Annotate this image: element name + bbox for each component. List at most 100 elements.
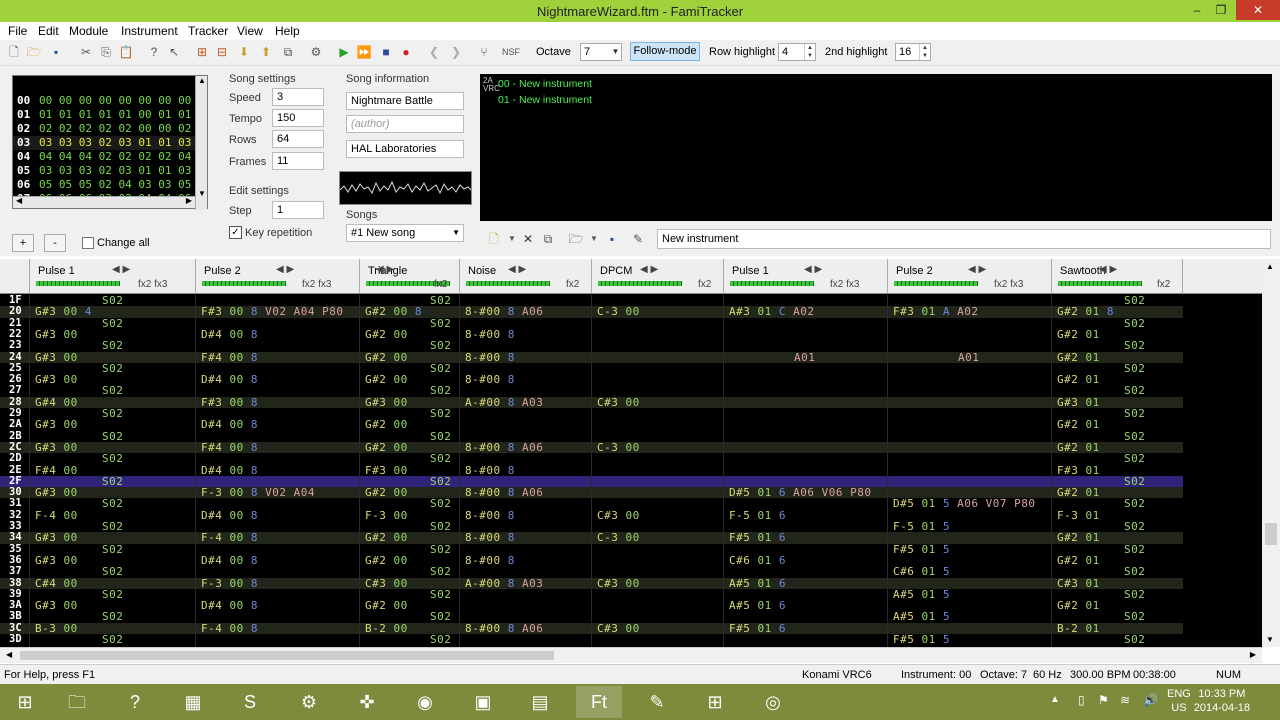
pattern-cell[interactable]: F#4 00 — [35, 464, 78, 476]
pattern-cell[interactable]: 8-#00 8 — [465, 374, 515, 385]
instrument-list[interactable]: 2A VRC 00 - New instrument 01 - New instr… — [480, 74, 1272, 221]
frame-list[interactable]: 00 00 00 00 00 00 00 00 00 01 01 01 01 01 0… — [12, 75, 208, 210]
speed-effect-cell[interactable]: S02 — [1124, 430, 1145, 442]
pattern-cell[interactable]: F#3 01 — [1057, 464, 1100, 476]
help-app-icon[interactable]: ? — [112, 686, 158, 718]
store-icon[interactable]: ⊞ — [692, 686, 738, 718]
pattern-vscroll[interactable]: ▲ ▼ — [1262, 259, 1280, 647]
speed-effect-cell[interactable]: S02 — [430, 340, 451, 351]
speed-effect-cell[interactable]: S02 — [430, 634, 451, 645]
battery-icon[interactable]: ▯ — [1078, 693, 1085, 707]
pattern-cell[interactable]: G#2 00 8 — [365, 306, 422, 317]
song-copyright-field[interactable]: HAL Laboratories — [346, 140, 464, 158]
file-explorer-icon[interactable]: 🗀 — [54, 686, 100, 718]
speed-effect-cell[interactable]: S02 — [1124, 611, 1145, 622]
menu-edit[interactable]: Edit — [38, 24, 59, 38]
pattern-cell[interactable]: 8-#00 8 — [465, 555, 515, 566]
pattern-cell[interactable]: F-5 01 5 — [893, 521, 950, 532]
pattern-cell[interactable]: G#2 00 — [365, 329, 408, 340]
pattern-cell[interactable]: G#2 01 — [1057, 442, 1100, 453]
pattern-cell[interactable]: 8-#00 8 — [465, 351, 515, 363]
pattern-cell[interactable]: G#3 00 — [35, 487, 78, 498]
cut-icon[interactable]: ✂ — [78, 44, 94, 60]
pattern-cell[interactable]: G#2 00 — [365, 442, 408, 453]
tuning-fork-icon[interactable]: ⑂ — [476, 44, 492, 60]
speed-effect-cell[interactable]: S02 — [430, 430, 451, 442]
pattern-cell[interactable]: F#5 01 5 — [893, 634, 950, 645]
channel-header-7[interactable]: Sawtooth ◀ ▶ fx2 — [1052, 259, 1183, 294]
add-frame-button[interactable]: + — [12, 234, 34, 252]
frame-row[interactable]: 01 01 01 01 01 01 00 01 01 — [13, 108, 195, 122]
office-app-icon[interactable]: ▦ — [170, 686, 216, 718]
pattern-cell[interactable]: D#4 00 8 — [201, 555, 258, 566]
speed-effect-cell[interactable]: S02 — [1124, 566, 1145, 577]
effect-columns-arrows-icon[interactable]: ◀ ▶ — [804, 264, 822, 275]
pattern-cell[interactable]: G#3 00 — [35, 419, 78, 430]
instrument-item[interactable]: 00 - New instrument — [498, 78, 592, 90]
speed-effect-cell[interactable]: S02 — [102, 317, 123, 329]
duplicate-frame-icon[interactable]: ⧉ — [280, 44, 296, 60]
pattern-cell[interactable]: C-3 00 — [597, 442, 640, 453]
pattern-cell[interactable]: F#3 00 8 — [201, 397, 258, 408]
channel-header-1[interactable]: Pulse 2 ◀ ▶ fx2 fx3 — [196, 259, 360, 294]
speed-effect-cell[interactable]: S02 — [102, 430, 123, 442]
pattern-cell[interactable]: D#4 00 8 — [201, 374, 258, 385]
pattern-cell[interactable]: G#2 00 — [365, 532, 408, 543]
channel-header-3[interactable]: Noise ◀ ▶ fx2 — [460, 259, 592, 294]
pattern-cell[interactable]: 8-#00 8 — [465, 510, 515, 521]
pattern-cell[interactable]: G#2 01 — [1057, 555, 1100, 566]
pattern-cell[interactable]: G#2 01 — [1057, 351, 1100, 363]
frame-list-vscroll[interactable]: ▲ ▼ — [195, 76, 207, 210]
pattern-cell[interactable]: F#5 01 5 — [893, 543, 950, 555]
pattern-cell[interactable]: 8-#00 8 — [465, 329, 515, 340]
clock[interactable]: 10:33 PM 2014-04-18 — [1194, 687, 1250, 715]
new-instrument-icon[interactable]: 🗋 — [486, 231, 502, 247]
pattern-cell[interactable]: C#3 00 — [597, 510, 640, 521]
pattern-cell[interactable]: F-5 01 6 — [729, 510, 786, 521]
pattern-cell[interactable]: A#5 01 5 — [893, 589, 950, 600]
frame-row[interactable]: 05 03 03 03 02 03 01 01 03 — [13, 164, 195, 178]
pattern-cell[interactable]: C#3 00 — [597, 623, 640, 634]
skype-icon[interactable]: S — [227, 686, 273, 718]
pattern-cell[interactable]: G#3 00 — [365, 397, 408, 408]
frame-row[interactable]: 02 02 02 02 02 02 00 00 02 — [13, 122, 195, 136]
pattern-cell[interactable]: C-3 00 — [597, 532, 640, 543]
speed-effect-cell[interactable]: S02 — [1124, 317, 1145, 329]
module-properties-icon[interactable]: ? — [146, 44, 162, 60]
pattern-cell[interactable]: C#3 00 — [365, 577, 408, 589]
speed-effect-cell[interactable]: S02 — [102, 521, 123, 532]
stop-icon[interactable]: ■ — [378, 44, 394, 60]
pattern-cell[interactable]: G#2 01 — [1057, 374, 1100, 385]
pattern-cell[interactable]: 8-#00 8 — [465, 464, 515, 476]
gamepad-app-icon[interactable]: ✜ — [344, 686, 390, 718]
move-frame-down-icon[interactable]: ⬇ — [236, 44, 252, 60]
channel-header-2[interactable]: Triangle ◀ ▶ fx2 — [360, 259, 460, 294]
speed-effect-cell[interactable]: S02 — [430, 295, 451, 306]
pattern-cell[interactable]: F#5 01 6 — [729, 623, 786, 634]
speed-effect-cell[interactable]: S02 — [430, 498, 451, 509]
pattern-cell[interactable]: D#4 00 8 — [201, 464, 258, 476]
pattern-editor[interactable]: Pulse 1 ◀ ▶ fx2 fx3 Pulse 2 ◀ ▶ fx2 fx3 Triang… — [0, 259, 1280, 647]
menu-module[interactable]: Module — [69, 24, 108, 38]
speed-effect-cell[interactable]: S02 — [102, 408, 123, 419]
speed-effect-cell[interactable]: S02 — [1124, 521, 1145, 532]
follow-mode-button[interactable]: Follow-mode — [630, 42, 700, 61]
change-all-checkbox[interactable] — [82, 237, 94, 249]
instrument-item[interactable]: 01 - New instrument — [498, 94, 592, 106]
settings-icon[interactable]: ⚙ — [308, 44, 324, 60]
speed-effect-cell[interactable]: S02 — [430, 611, 451, 622]
song-select[interactable]: #1 New song ▼ — [346, 224, 464, 242]
pattern-cell[interactable]: F#3 00 — [365, 464, 408, 476]
move-frame-up-icon[interactable]: ⬆ — [258, 44, 274, 60]
paste-icon[interactable]: 📋 — [118, 44, 134, 60]
menu-view[interactable]: View — [237, 24, 263, 38]
pattern-cell[interactable]: F#3 01 A A02 — [893, 306, 979, 317]
key-repetition-checkbox[interactable]: ✓ — [229, 226, 242, 239]
speed-effect-cell[interactable]: S02 — [430, 476, 451, 487]
instrument-name-field[interactable]: New instrument — [657, 229, 1271, 249]
frame-row[interactable]: 04 04 04 04 02 02 02 02 04 — [13, 150, 195, 164]
pattern-cell[interactable]: F#5 01 6 — [729, 532, 786, 543]
obs-icon[interactable]: ◎ — [750, 686, 796, 718]
pattern-cell[interactable]: G#2 00 — [365, 419, 408, 430]
song-author-field[interactable]: (author) — [346, 115, 464, 133]
